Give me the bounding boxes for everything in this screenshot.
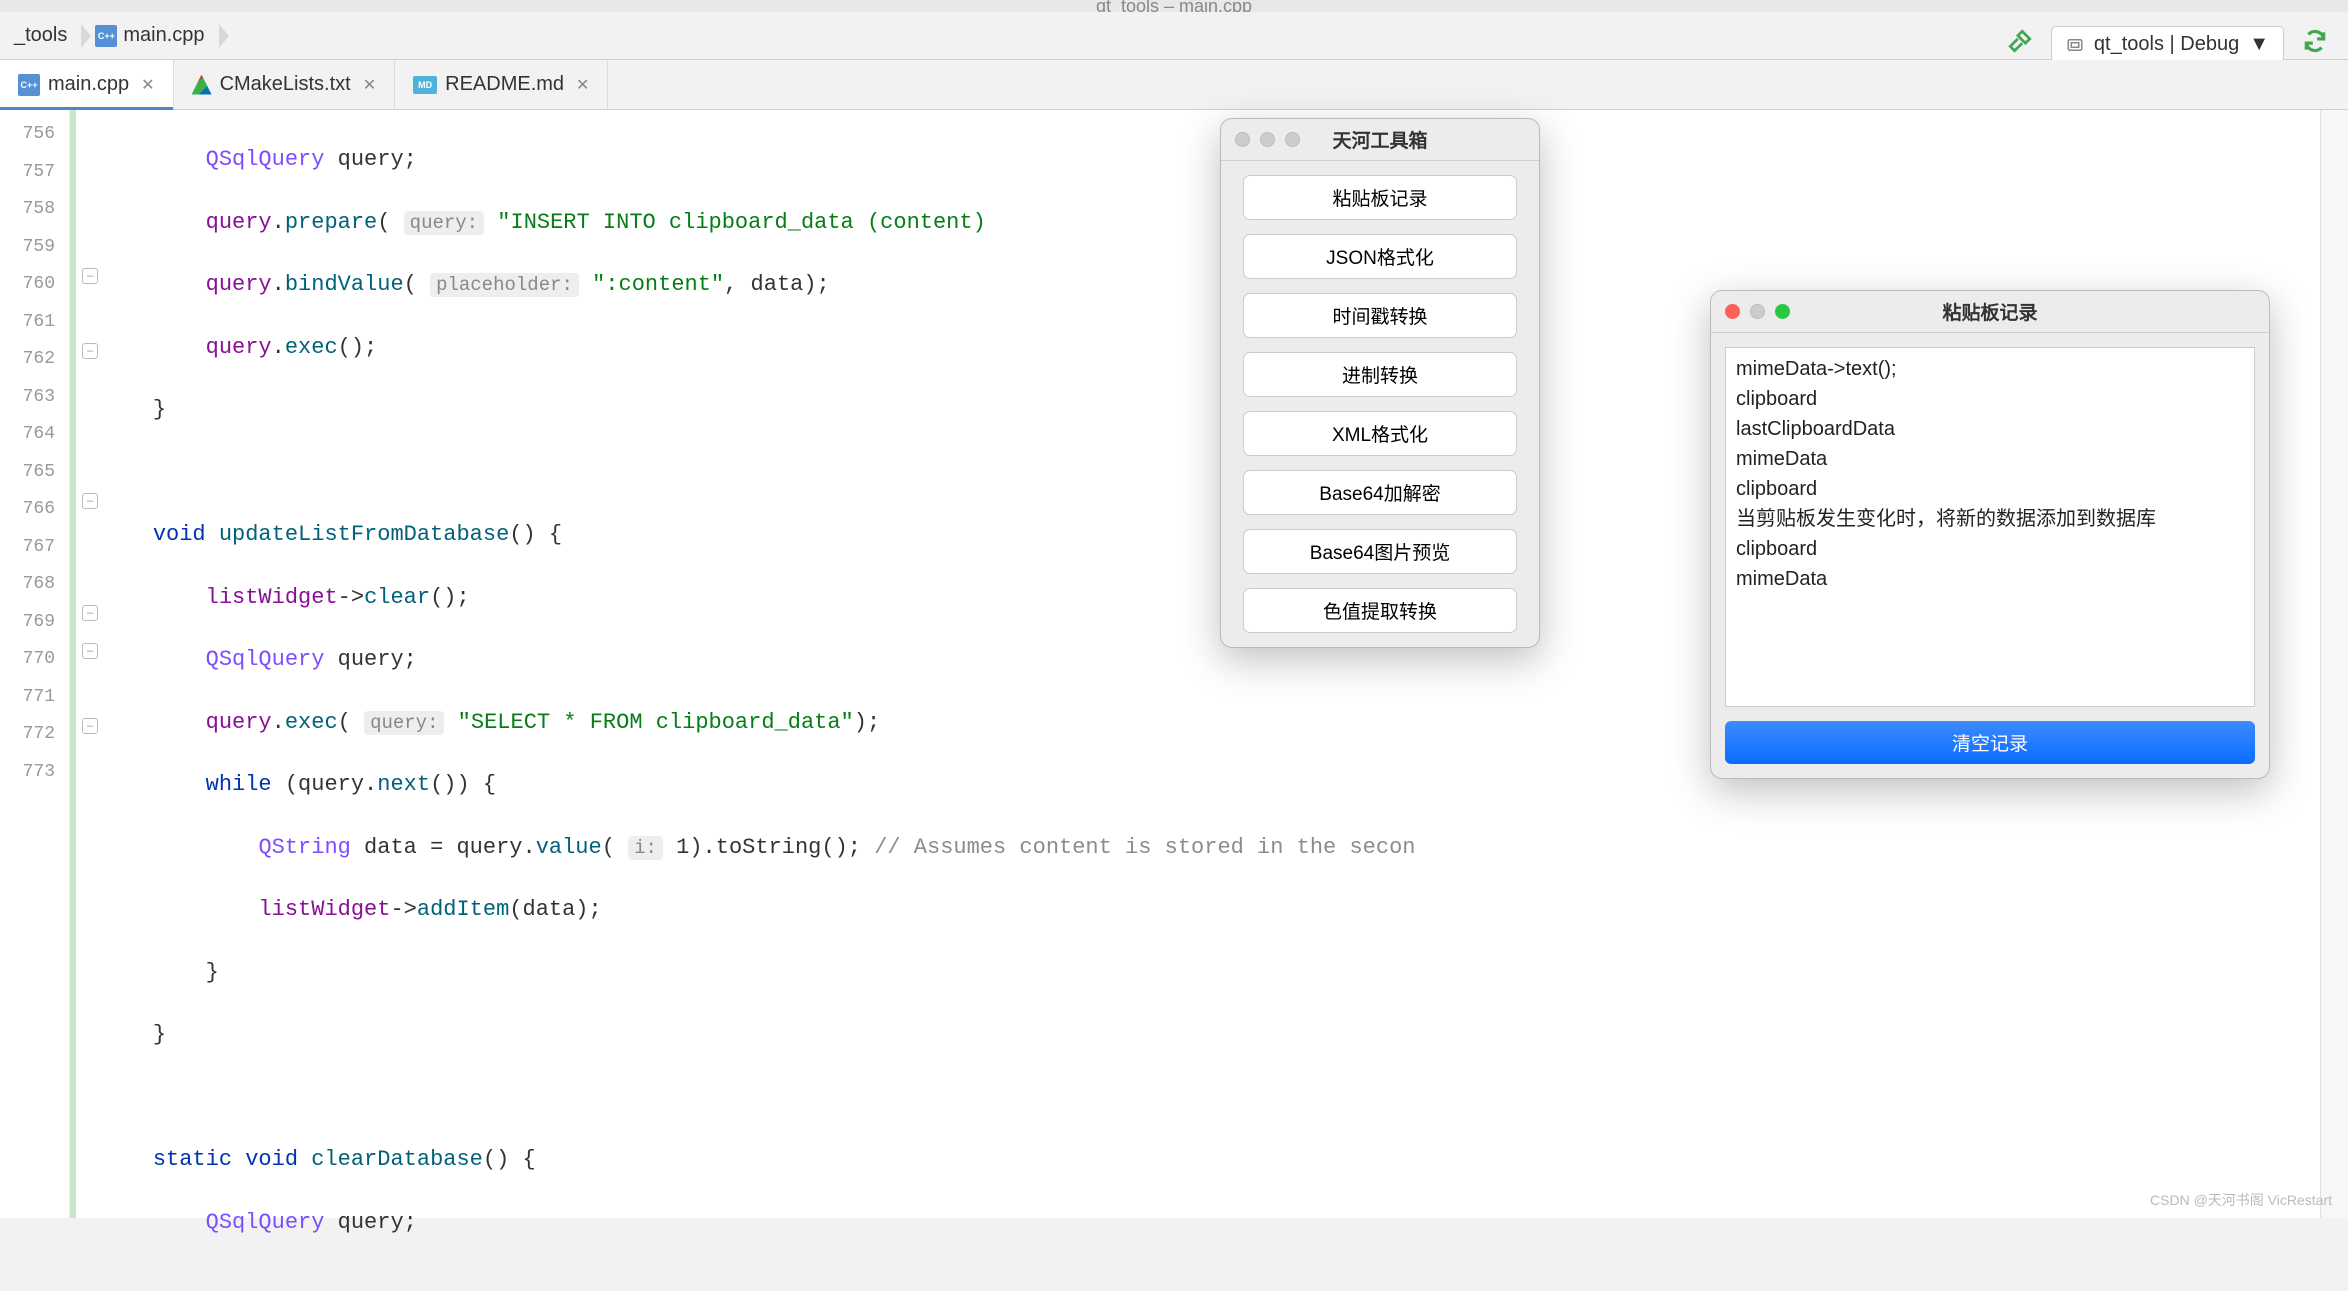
toolbox-window[interactable]: 天河工具箱 粘贴板记录 JSON格式化 时间戳转换 进制转换 XML格式化 Ba… — [1220, 118, 1540, 648]
window-titlebar: qt_tools – main.cpp — [0, 0, 2348, 12]
line-gutter: 7567577587597607617627637647657667677687… — [0, 110, 70, 1218]
clipboard-body: mimeData->text(); clipboard lastClipboar… — [1711, 333, 2269, 778]
toolbox-body: 粘贴板记录 JSON格式化 时间戳转换 进制转换 XML格式化 Base64加解… — [1221, 161, 1539, 647]
traffic-light-min[interactable] — [1260, 132, 1275, 147]
cmake-file-icon — [192, 75, 212, 95]
breadcrumb-project-label: _tools — [14, 24, 67, 47]
tab-cmakelists[interactable]: CMakeLists.txt ✕ — [174, 60, 396, 109]
tool-xml-format[interactable]: XML格式化 — [1243, 411, 1517, 456]
window-titlebar[interactable]: 天河工具箱 — [1221, 119, 1539, 161]
list-item[interactable]: clipboard — [1736, 534, 2244, 564]
tool-timestamp[interactable]: 时间戳转换 — [1243, 293, 1517, 338]
fold-marker[interactable]: – — [82, 605, 98, 621]
tab-label: main.cpp — [48, 73, 129, 96]
tab-main-cpp[interactable]: main.cpp ✕ — [0, 60, 174, 109]
tab-label: CMakeLists.txt — [220, 73, 351, 96]
cpp-file-icon — [95, 25, 117, 47]
close-icon[interactable]: ✕ — [363, 75, 376, 95]
fold-marker[interactable]: – — [82, 343, 98, 359]
window-title: 粘贴板记录 — [1711, 298, 2269, 325]
fold-marker[interactable]: – — [82, 268, 98, 284]
breadcrumb-file-label: main.cpp — [123, 24, 204, 47]
markdown-file-icon — [413, 76, 437, 94]
close-icon[interactable]: ✕ — [576, 75, 589, 95]
editor-tabs: main.cpp ✕ CMakeLists.txt ✕ README.md ✕ — [0, 60, 2348, 110]
tab-label: README.md — [445, 73, 564, 96]
traffic-light-close[interactable] — [1725, 304, 1740, 319]
clipboard-list[interactable]: mimeData->text(); clipboard lastClipboar… — [1725, 347, 2255, 707]
cpp-file-icon — [18, 74, 40, 96]
fold-marker[interactable]: – — [82, 493, 98, 509]
chevron-down-icon: ▼ — [2249, 33, 2269, 56]
right-gutter — [2320, 110, 2348, 1218]
list-item[interactable]: clipboard — [1736, 384, 2244, 414]
breadcrumb-project[interactable]: _tools — [0, 24, 81, 47]
traffic-light-close[interactable] — [1235, 132, 1250, 147]
run-config-label: qt_tools | Debug — [2094, 33, 2239, 56]
fold-marker[interactable]: – — [82, 643, 98, 659]
build-icon[interactable] — [2007, 28, 2033, 61]
list-item[interactable]: lastClipboardData — [1736, 414, 2244, 444]
list-item[interactable]: mimeData — [1736, 444, 2244, 474]
toolbar-right: qt_tools | Debug ▼ — [2007, 26, 2328, 63]
breadcrumb-file[interactable]: main.cpp — [81, 24, 218, 47]
tool-base64[interactable]: Base64加解密 — [1243, 470, 1517, 515]
watermark: CSDN @天河书阁 VicRestart — [2150, 1190, 2332, 1210]
list-item[interactable]: mimeData->text(); — [1736, 354, 2244, 384]
list-item[interactable]: 当剪贴板发生变化时，将新的数据添加到数据库 — [1736, 504, 2244, 534]
list-item[interactable]: clipboard — [1736, 474, 2244, 504]
traffic-light-max[interactable] — [1775, 304, 1790, 319]
tool-base-convert[interactable]: 进制转换 — [1243, 352, 1517, 397]
tool-json-format[interactable]: JSON格式化 — [1243, 234, 1517, 279]
traffic-light-min[interactable] — [1750, 304, 1765, 319]
close-icon[interactable]: ✕ — [141, 75, 154, 95]
fold-column: – – – – – – — [70, 110, 100, 1218]
clear-records-button[interactable]: 清空记录 — [1725, 721, 2255, 764]
target-icon — [2066, 36, 2084, 54]
list-item[interactable]: mimeData — [1736, 564, 2244, 594]
tool-clipboard-history[interactable]: 粘贴板记录 — [1243, 175, 1517, 220]
rerun-icon[interactable] — [2302, 28, 2328, 61]
run-config-selector[interactable]: qt_tools | Debug ▼ — [2051, 26, 2284, 63]
clipboard-window[interactable]: 粘贴板记录 mimeData->text(); clipboard lastCl… — [1710, 290, 2270, 779]
fold-marker[interactable]: – — [82, 718, 98, 734]
tab-readme[interactable]: README.md ✕ — [395, 60, 608, 109]
traffic-light-max[interactable] — [1285, 132, 1300, 147]
breadcrumb: _tools main.cpp qt_tools | Debug ▼ — [0, 12, 2348, 60]
window-titlebar[interactable]: 粘贴板记录 — [1711, 291, 2269, 333]
tool-base64-image[interactable]: Base64图片预览 — [1243, 529, 1517, 574]
tool-color-pick[interactable]: 色值提取转换 — [1243, 588, 1517, 633]
